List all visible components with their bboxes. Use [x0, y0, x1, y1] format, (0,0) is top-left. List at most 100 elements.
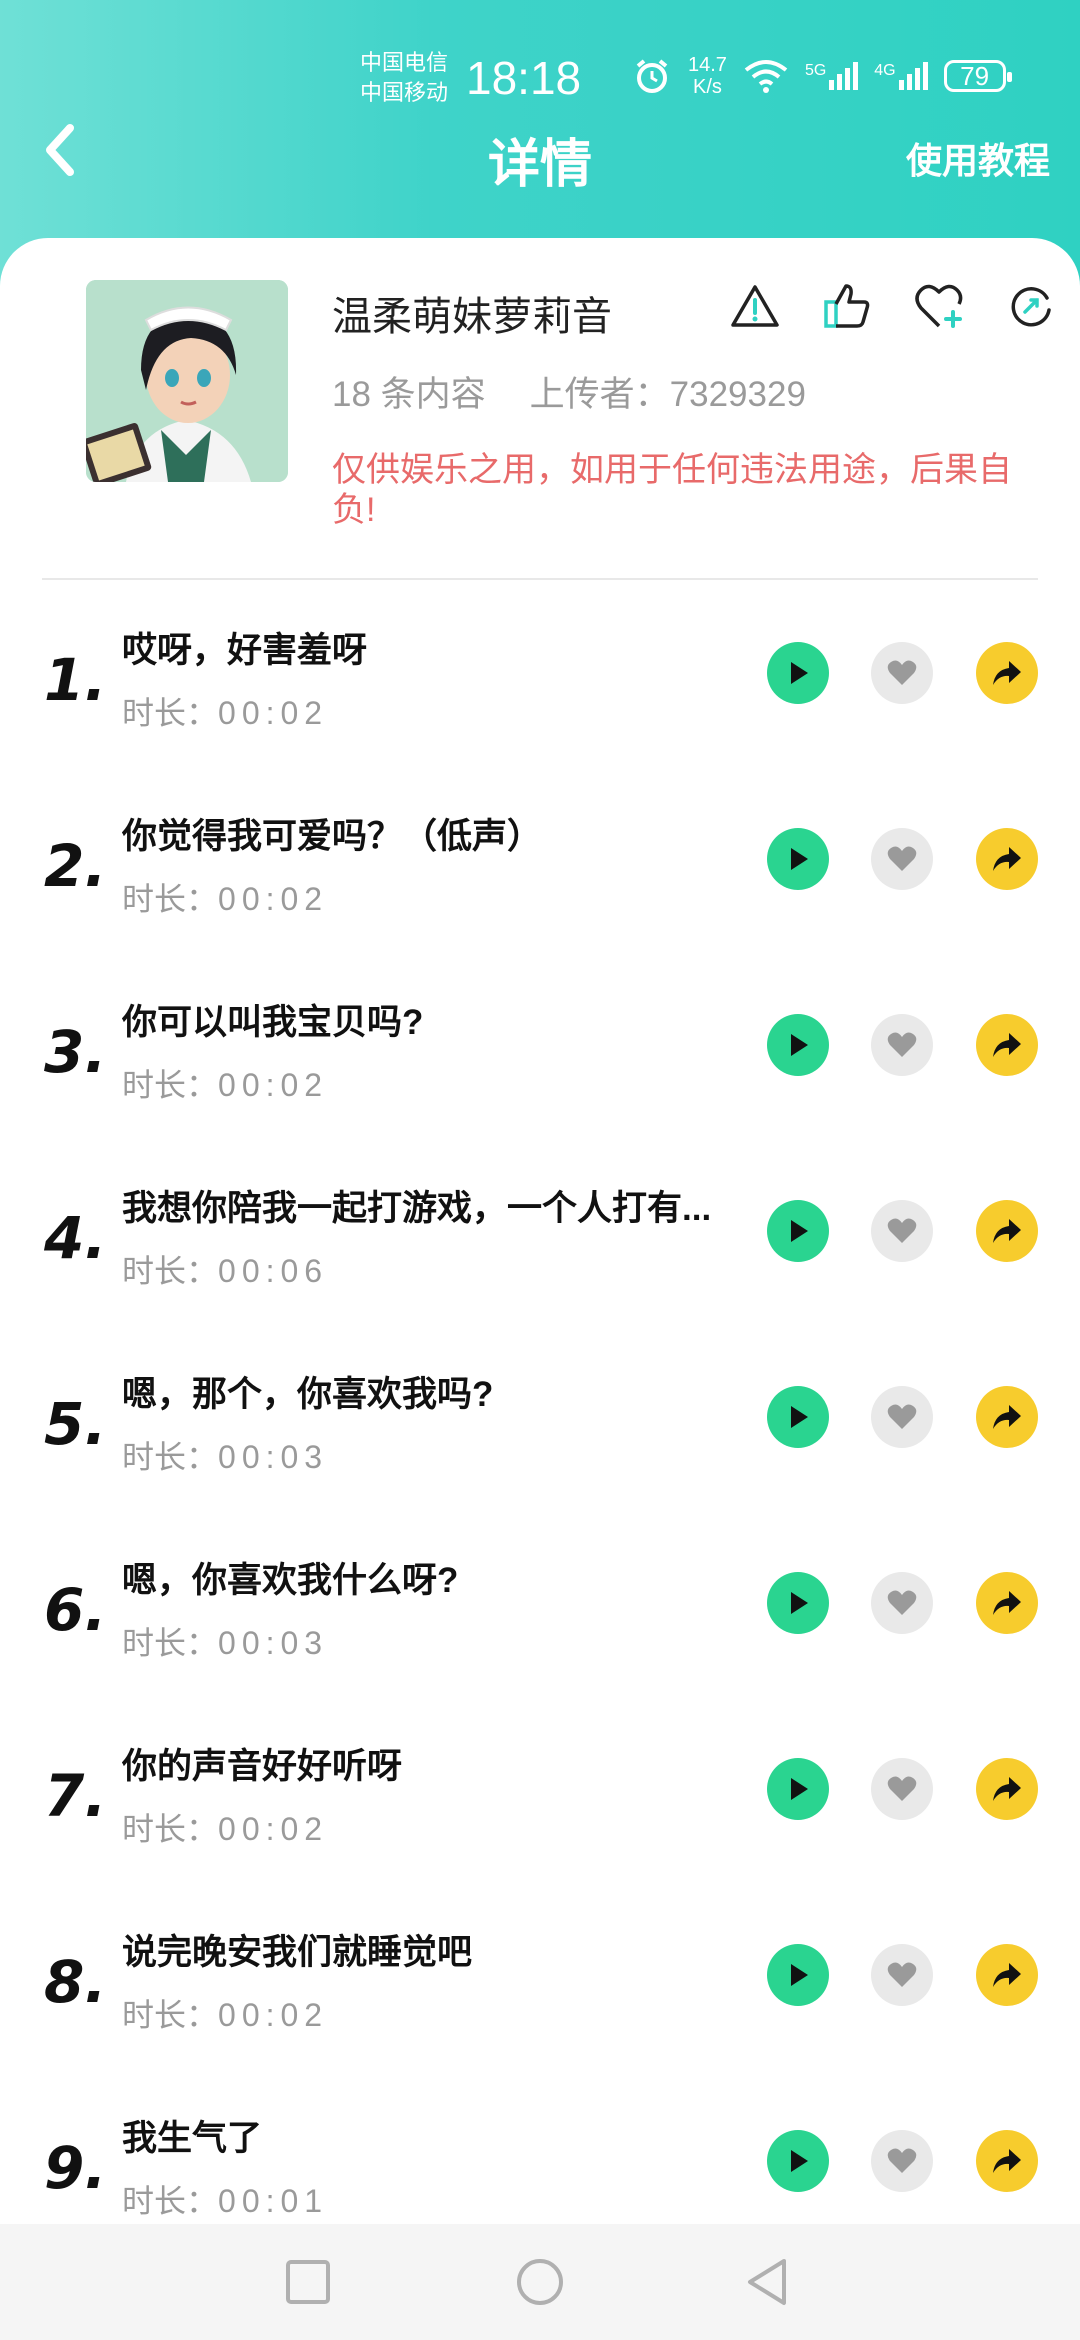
item-duration: 时长：00:02 [122, 1067, 329, 1103]
heart-icon [887, 1218, 917, 1243]
wifi-icon [744, 60, 788, 93]
share-button[interactable] [976, 1758, 1038, 1820]
anime-girl-illustration [86, 280, 288, 482]
play-icon [791, 2150, 808, 2172]
item-duration: 时长：00:06 [122, 1253, 329, 1289]
disclaimer-text: 仅供娱乐之用，如用于任何违法用途，后果自负! [332, 451, 1012, 529]
pack-actions [728, 276, 1058, 336]
share-button[interactable] [976, 1014, 1038, 1076]
item-title: 嗯，那个，你喜欢我吗? [122, 1375, 494, 1414]
item-title: 嗯，你喜欢我什么呀? [122, 1561, 459, 1600]
play-button[interactable] [767, 2130, 829, 2192]
uploader: 上传者：7329329 [529, 375, 806, 414]
share-button[interactable] [976, 2130, 1038, 2192]
item-duration: 时长：00:02 [122, 695, 329, 731]
circle-icon [517, 2259, 563, 2305]
share-button[interactable] [976, 1572, 1038, 1634]
item-title: 我想你陪我一起打游戏，一个人打有... [122, 1189, 712, 1228]
share-arrow-icon [993, 1405, 1021, 1429]
heart-icon [887, 1776, 917, 1801]
favorite-button[interactable] [871, 828, 933, 890]
share-button[interactable] [976, 828, 1038, 890]
play-button[interactable] [767, 1572, 829, 1634]
share-button[interactable] [976, 642, 1038, 704]
refresh-button[interactable] [1004, 276, 1058, 336]
favorite-button[interactable] [871, 642, 933, 704]
alarm-icon [636, 59, 668, 93]
voice-list: 1. 哎呀，好害羞呀 时长：00:02 2. 你觉得我可爱吗？（低声） 时长：0… [0, 596, 1080, 2270]
play-button[interactable] [767, 642, 829, 704]
share-button[interactable] [976, 1200, 1038, 1262]
item-number: 1. [44, 646, 107, 714]
item-number: 6. [44, 1576, 107, 1644]
play-button[interactable] [767, 1200, 829, 1262]
like-pack-button[interactable] [820, 276, 874, 336]
play-icon [791, 1964, 808, 1986]
share-button[interactable] [976, 1386, 1038, 1448]
item-duration: 时长：00:01 [122, 2183, 329, 2219]
favorite-button[interactable] [871, 1386, 933, 1448]
play-button[interactable] [767, 1386, 829, 1448]
net-speed: 14.7 K/s [688, 54, 727, 98]
home-button[interactable] [504, 2246, 576, 2318]
favorite-button[interactable] [871, 1758, 933, 1820]
list-item[interactable]: 8. 说完晚安我们就睡觉吧 时长：00:02 [0, 1898, 1080, 2084]
favorite-button[interactable] [871, 1944, 933, 2006]
item-duration: 时长：00:02 [122, 1997, 329, 2033]
play-icon [791, 1034, 808, 1056]
favorite-button[interactable] [871, 1014, 933, 1076]
pack-name: 温柔萌妹萝莉音 [332, 295, 612, 339]
list-item[interactable]: 3. 你可以叫我宝贝吗? 时长：00:02 [0, 968, 1080, 1154]
share-arrow-icon [993, 1591, 1021, 1615]
share-arrow-icon [993, 847, 1021, 871]
top-nav: 详情 使用教程 [0, 110, 1080, 210]
item-count: 18 条内容 [332, 375, 486, 414]
report-button[interactable] [728, 276, 782, 336]
item-title: 你觉得我可爱吗？（低声） [122, 817, 543, 856]
play-button[interactable] [767, 1758, 829, 1820]
list-item[interactable]: 4. 我想你陪我一起打游戏，一个人打有... 时长：00:06 [0, 1154, 1080, 1340]
item-duration: 时长：00:03 [122, 1625, 329, 1661]
play-icon [791, 848, 808, 870]
favorite-button[interactable] [871, 1572, 933, 1634]
item-number: 8. [44, 1948, 107, 2016]
carrier-labels: 中国电信 中国移动 [360, 48, 448, 108]
share-button[interactable] [976, 1944, 1038, 2006]
list-item[interactable]: 1. 哎呀，好害羞呀 时长：00:02 [0, 596, 1080, 782]
favorite-pack-button[interactable] [912, 276, 966, 336]
play-button[interactable] [767, 1014, 829, 1076]
list-item[interactable]: 6. 嗯，你喜欢我什么呀? 时长：00:03 [0, 1526, 1080, 1712]
item-duration: 时长：00:02 [122, 1811, 329, 1847]
play-icon [791, 1220, 808, 1242]
play-icon [791, 662, 808, 684]
share-arrow-icon [993, 1777, 1021, 1801]
play-button[interactable] [767, 1944, 829, 2006]
heart-icon [887, 1962, 917, 1987]
favorite-button[interactable] [871, 2130, 933, 2192]
thumbs-up-icon [824, 284, 870, 328]
share-arrow-icon [993, 1963, 1021, 1987]
battery-indicator: 79 [943, 60, 1012, 92]
heart-icon [887, 2148, 917, 2173]
heart-icon [887, 660, 917, 685]
tutorial-link[interactable]: 使用教程 [906, 132, 1050, 184]
triangle-back-icon [748, 2259, 786, 2305]
heart-plus-icon [915, 284, 963, 328]
play-button[interactable] [767, 828, 829, 890]
system-nav-bar [0, 2224, 1080, 2340]
list-item[interactable]: 2. 你觉得我可爱吗？（低声） 时长：00:02 [0, 782, 1080, 968]
favorite-button[interactable] [871, 1200, 933, 1262]
square-icon [286, 2260, 330, 2304]
pack-meta: 18 条内容 上传者：7329329 [332, 366, 806, 417]
status-time: 18:18 [466, 52, 582, 104]
pack-cover-image [86, 280, 288, 482]
back-nav-button[interactable] [732, 2246, 804, 2318]
list-item[interactable]: 7. 你的声音好好听呀 时长：00:02 [0, 1712, 1080, 1898]
list-item[interactable]: 5. 嗯，那个，你喜欢我吗? 时长：00:03 [0, 1340, 1080, 1526]
refresh-icon [1011, 287, 1051, 327]
carrier-2: 中国移动 [360, 80, 449, 105]
play-icon [791, 1592, 808, 1614]
item-title: 哎呀，好害羞呀 [122, 631, 368, 670]
share-arrow-icon [993, 2149, 1021, 2173]
recents-button[interactable] [272, 2246, 344, 2318]
